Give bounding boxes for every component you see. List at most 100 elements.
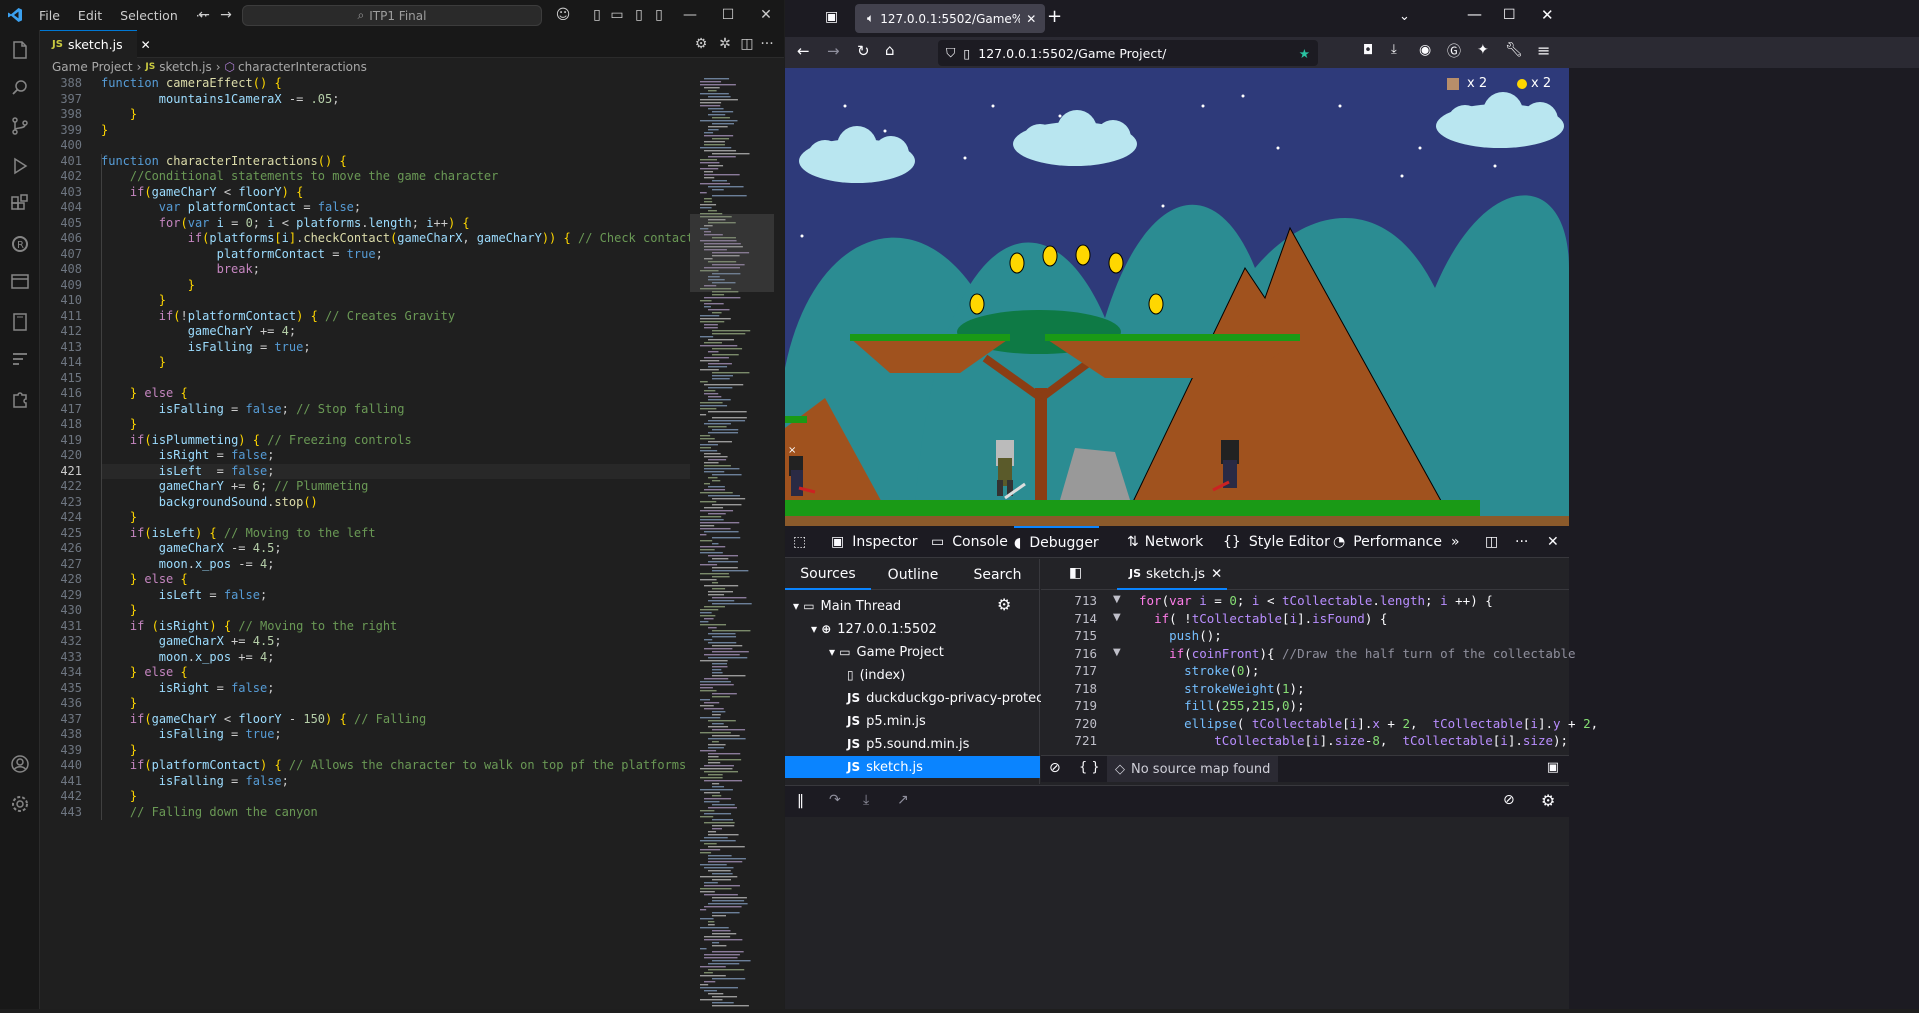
notebook-icon[interactable] — [8, 310, 32, 334]
layout-panel-icon[interactable]: ▭ — [610, 0, 624, 30]
new-tab-icon[interactable]: + — [1047, 6, 1062, 27]
hamburger-menu-icon[interactable]: ≡ — [1537, 41, 1550, 60]
code-line[interactable]: } — [101, 123, 108, 139]
code-line[interactable]: isLeft = false; — [101, 588, 267, 604]
line-number[interactable]: 720 — [1041, 716, 1097, 731]
tab-list-icon[interactable]: ▣ — [825, 9, 838, 25]
code-line[interactable]: fill(255,215,0); — [1139, 698, 1304, 713]
code-line[interactable]: } — [101, 107, 137, 123]
settings-gear-icon[interactable] — [8, 792, 32, 816]
copilot-icon[interactable]: ☺ — [552, 0, 574, 30]
bookmark-star-icon[interactable]: ★ — [1299, 46, 1310, 61]
speaker-icon[interactable]: 🔈︎ — [867, 11, 874, 26]
layout-editor-icon[interactable]: ▯ — [632, 0, 646, 30]
step-in-icon[interactable]: ⤓ — [863, 792, 869, 808]
code-line[interactable]: if (isRight) { // Moving to the right — [101, 619, 397, 635]
code-line[interactable]: } — [101, 293, 166, 309]
back-arrow-icon[interactable]: ← — [797, 42, 810, 60]
code-line[interactable]: platformContact = true; — [101, 247, 383, 263]
code-line[interactable]: } else { — [101, 572, 188, 588]
code-line[interactable]: // Falling down the canyon — [101, 805, 318, 821]
breadcrumb-file[interactable]: sketch.js — [159, 60, 211, 74]
game-canvas[interactable]: × x 2 x 2 — [785, 68, 1569, 526]
tab-network[interactable]: ⇅ Network — [1127, 526, 1203, 558]
tab-sources[interactable]: Sources — [785, 559, 871, 590]
code-line[interactable]: } else { — [101, 386, 188, 402]
code-line[interactable]: isLeft = false; — [101, 463, 690, 479]
element-picker-icon[interactable]: ⬚ — [793, 526, 806, 558]
explorer-icon[interactable] — [8, 38, 32, 62]
code-line[interactable]: stroke(0); — [1139, 663, 1259, 678]
pause-icon[interactable]: ‖ — [797, 793, 804, 809]
pocket-icon[interactable]: ◘ — [1363, 43, 1373, 58]
code-line[interactable]: isFalling = false; // Stop falling — [101, 402, 405, 418]
run-debug-icon[interactable] — [8, 154, 32, 178]
code-line[interactable]: } — [101, 789, 137, 805]
code-line[interactable]: if(platformContact) { // Allows the char… — [101, 758, 686, 774]
extensions-icon[interactable] — [8, 192, 32, 216]
tab-style-editor[interactable]: {} Style Editor — [1223, 526, 1330, 558]
puzzle-icon[interactable] — [8, 388, 32, 412]
code-line[interactable]: for(var i = 0; i < platforms.length; i++… — [101, 216, 470, 232]
account-icon[interactable] — [8, 752, 32, 776]
code-line[interactable]: if(platforms[i].checkContact(gameCharX, … — [101, 231, 690, 247]
responsive-mode-icon[interactable]: ◫ — [1485, 526, 1498, 558]
code-line[interactable]: function characterInteractions() { — [101, 154, 347, 170]
source-tree-item[interactable]: ▾ ▭ Main Thread — [785, 595, 1040, 617]
grammarly-icon[interactable]: Ⓖ — [1447, 41, 1461, 61]
code-line[interactable]: if(isPlummeting) { // Freezing controls — [101, 433, 412, 449]
close-tab-icon[interactable]: ✕ — [1026, 12, 1036, 26]
fold-toggle-icon[interactable]: ▼ — [1113, 612, 1121, 623]
extensions-icon[interactable]: ✦ — [1477, 42, 1489, 58]
source-tree-item[interactable]: JS sketch.js — [785, 756, 1040, 778]
code-line[interactable]: if(gameCharY < floorY) { — [101, 185, 303, 201]
remote-window-icon[interactable] — [8, 270, 32, 294]
tab-debugger[interactable]: ◖ Debugger — [1014, 526, 1099, 558]
code-line[interactable]: gameCharX -= 4.5; — [101, 541, 282, 557]
minimize-icon[interactable]: — — [680, 0, 700, 30]
source-file-tab[interactable]: JS sketch.js ✕ — [1117, 559, 1227, 590]
code-line[interactable]: isFalling = false; — [101, 774, 289, 790]
code-line[interactable]: if(coinFront){ //Draw the half turn of t… — [1139, 646, 1575, 661]
maximize-icon[interactable]: ☐ — [1503, 7, 1516, 23]
disable-breakpoints-icon[interactable]: ⊘ — [1503, 792, 1515, 808]
code-line[interactable]: moon.x_pos -= 4; — [101, 557, 275, 573]
more-options-icon[interactable]: ··· — [1515, 526, 1528, 558]
layout-sidebar-icon[interactable]: ▯ — [590, 0, 604, 30]
pretty-print-icon[interactable]: { } — [1079, 760, 1100, 775]
source-tree-item[interactable]: JS p5.sound.min.js — [785, 733, 1040, 755]
code-line[interactable]: moon.x_pos += 4; — [101, 650, 275, 666]
tab-performance[interactable]: ◔ Performance — [1333, 526, 1442, 558]
toggle-sidebar-icon[interactable]: ◧ — [1069, 565, 1082, 581]
code-line[interactable]: isRight = false; — [101, 681, 275, 697]
close-window-icon[interactable]: ✕ — [1541, 6, 1554, 24]
menu-edit[interactable]: Edit — [78, 8, 102, 23]
source-tree-item[interactable]: ▾ ⊕ 127.0.0.1:5502 — [785, 618, 1040, 640]
code-line[interactable]: var platformContact = false; — [101, 200, 361, 216]
fold-toggle-icon[interactable]: ▼ — [1113, 647, 1121, 658]
code-line[interactable]: mountains1CameraX -= .05; — [101, 92, 340, 108]
breadcrumb-symbol[interactable]: characterInteractions — [238, 60, 367, 74]
close-tab-icon[interactable]: ✕ — [141, 38, 151, 52]
reload-icon[interactable]: ↻ — [857, 42, 870, 60]
tab-inspector[interactable]: ▣ Inspector — [831, 526, 918, 558]
blackbox-icon[interactable]: ⊘ — [1049, 760, 1061, 776]
line-number[interactable]: 718 — [1041, 681, 1097, 696]
code-line[interactable]: if(!platformContact) { // Creates Gravit… — [101, 309, 455, 325]
line-number[interactable]: 714 — [1041, 611, 1097, 626]
source-map-status[interactable]: ◇ No source map found — [1107, 756, 1279, 782]
shield-icon[interactable]: ⛉ — [946, 45, 955, 61]
code-line[interactable]: push(); — [1139, 628, 1222, 643]
code-line[interactable]: backgroundSound.stop() — [101, 495, 318, 511]
code-editor[interactable]: 388 function cameraEffect() {397 mountain… — [40, 76, 690, 1009]
minimize-icon[interactable]: — — [1467, 5, 1482, 23]
minimap-slider[interactable] — [690, 214, 774, 292]
menu-file[interactable]: File — [39, 8, 60, 23]
maximize-icon[interactable]: ☐ — [718, 0, 738, 30]
browser-tab[interactable]: 🔈︎ 127.0.0.1:5502/Game%20Proje ✕ — [855, 4, 1045, 33]
code-line[interactable]: if( !tCollectable[i].isFound) { — [1139, 611, 1387, 626]
source-tree-item[interactable]: ▾ ▭ Game Project — [785, 641, 1040, 663]
line-number[interactable]: 719 — [1041, 698, 1097, 713]
tab-sketch-js[interactable]: JS sketch.js ✕ — [40, 30, 151, 58]
list-all-tabs-icon[interactable]: ⌄ — [1399, 9, 1410, 24]
